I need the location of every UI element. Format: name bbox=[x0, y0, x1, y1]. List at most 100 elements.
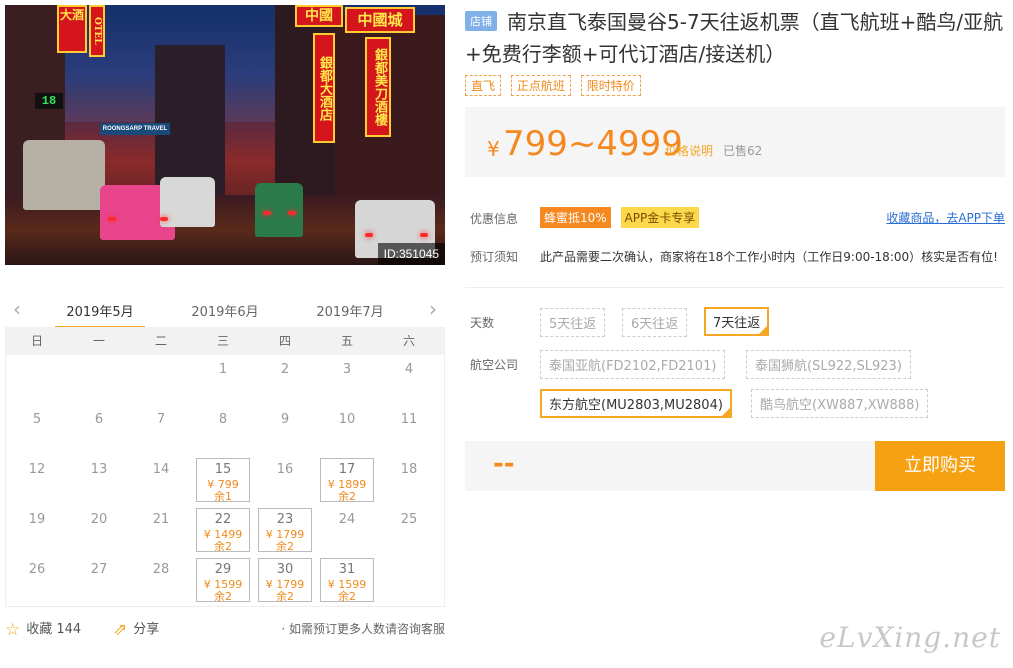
store-badge[interactable]: 店铺 bbox=[465, 11, 497, 31]
favorite-button[interactable]: ☆ 收藏 144 bbox=[5, 618, 81, 640]
weekday-label: 三 bbox=[216, 334, 229, 348]
option-days-7[interactable]: 7天往返 bbox=[704, 307, 770, 336]
photo-tail-light bbox=[365, 233, 373, 237]
calendar-day: 11 bbox=[378, 405, 440, 455]
quantity-display[interactable]: -- bbox=[493, 449, 515, 479]
day-stock: 余2 bbox=[214, 590, 232, 603]
photo-sign: ROONGSARP TRAVEL bbox=[100, 123, 170, 135]
day-stock: 余2 bbox=[276, 540, 294, 553]
day-number: 3 bbox=[342, 362, 352, 377]
photo-sign: OTEL bbox=[89, 5, 105, 57]
calendar-day: 4 bbox=[378, 355, 440, 405]
photo-car bbox=[160, 177, 215, 227]
share-button[interactable]: ⇗ 分享 bbox=[113, 618, 159, 640]
buy-now-button[interactable]: 立即购买 bbox=[875, 441, 1005, 491]
photo-bus bbox=[23, 140, 105, 210]
price-note-link[interactable]: 价格说明 bbox=[665, 142, 713, 159]
weekday-label: 六 bbox=[402, 334, 415, 348]
price-box: ¥ 799~4999 价格说明 已售62 bbox=[465, 107, 1005, 177]
favorite-app-link[interactable]: 收藏商品，去APP下单 bbox=[886, 209, 1005, 226]
photo-sign: 銀都美刀酒樓 bbox=[365, 37, 391, 137]
calendar-grid: 1 2 3 4 5 6 7 8 9 10 11 12 13 14 15 ¥ 799 余1 16 17 ¥ 1899 余2… bbox=[6, 355, 444, 605]
calendar-day-available[interactable]: 22 ¥ 1499 余2 bbox=[196, 508, 250, 553]
calendar-day bbox=[130, 355, 192, 405]
star-icon: ☆ bbox=[5, 620, 21, 640]
calendar-day-available[interactable]: 17 ¥ 1899 余2 bbox=[320, 458, 374, 503]
weekday-label: 一 bbox=[92, 334, 105, 348]
calendar-day: 26 bbox=[6, 555, 68, 605]
tab-month[interactable]: 2019年7月 bbox=[305, 301, 395, 320]
product-photo[interactable]: 大酒 OTEL 中國 中國城 銀都大酒店 銀都美刀酒樓 ROONGSARP TR… bbox=[5, 5, 445, 265]
promo-badge: 蜂蜜抵10% bbox=[540, 207, 611, 228]
day-number: 16 bbox=[276, 462, 294, 477]
day-number: 10 bbox=[338, 412, 356, 427]
photo-tail-light bbox=[263, 211, 271, 215]
tag-badge: 限时特价 bbox=[580, 75, 641, 96]
currency-symbol: ¥ bbox=[487, 137, 500, 161]
calendar-day-available[interactable]: 29 ¥ 1599 余2 bbox=[196, 558, 250, 603]
calendar-day: 19 bbox=[6, 505, 68, 555]
tag-badge: 正点航班 bbox=[510, 75, 571, 96]
calendar-day-available[interactable]: 23 ¥ 1799 余2 bbox=[258, 508, 312, 553]
favorite-label: 收藏 144 bbox=[26, 622, 82, 637]
option-airline-airasia[interactable]: 泰国亚航(FD2102,FD2101) bbox=[540, 350, 726, 379]
calendar-day-available[interactable]: 31 ¥ 1599 余2 bbox=[320, 558, 374, 603]
calendar-day-available[interactable]: 30 ¥ 1799 余2 bbox=[258, 558, 312, 603]
calendar-day: 12 bbox=[6, 455, 68, 505]
photo-sign: 銀都大酒店 bbox=[313, 33, 335, 143]
days-label: 天数 bbox=[470, 316, 495, 330]
calendar-day: 16 bbox=[254, 455, 316, 505]
calendar-day: 21 bbox=[130, 505, 192, 555]
tag-badge: 直飞 bbox=[465, 75, 502, 96]
option-airline-nokscoot[interactable]: 酷鸟航空(XW887,XW888) bbox=[751, 389, 929, 418]
day-stock: 余2 bbox=[276, 590, 294, 603]
day-number: 17 bbox=[338, 462, 356, 477]
photo-sign: 大酒 bbox=[57, 5, 87, 53]
day-number: 8 bbox=[218, 412, 228, 427]
day-number: 22 bbox=[214, 512, 232, 527]
notice-label: 预订须知 bbox=[470, 250, 519, 264]
calendar-day: 10 bbox=[316, 405, 378, 455]
price-range: 799~4999 bbox=[503, 124, 683, 164]
weekday-label: 五 bbox=[340, 334, 353, 348]
calendar-day-available[interactable]: 15 ¥ 799 余1 bbox=[196, 458, 250, 503]
promo-label: 优惠信息 bbox=[470, 212, 519, 226]
photo-sign: 18 bbox=[35, 93, 63, 109]
chevron-right-icon[interactable]: › bbox=[429, 298, 437, 320]
day-number: 20 bbox=[90, 512, 108, 527]
photo-sign: 中國 bbox=[295, 5, 343, 27]
day-number: 2 bbox=[280, 362, 290, 377]
option-airline-eastern[interactable]: 东方航空(MU2803,MU2804) bbox=[540, 389, 732, 418]
calendar-month-nav: ‹ 2019年5月 2019年6月 2019年7月 › bbox=[5, 296, 445, 329]
photo-car bbox=[255, 183, 303, 237]
day-number: 27 bbox=[90, 562, 108, 577]
calendar-day: 3 bbox=[316, 355, 378, 405]
calendar-day: 6 bbox=[68, 405, 130, 455]
day-number: 31 bbox=[338, 562, 356, 577]
day-number: 15 bbox=[214, 462, 232, 477]
tab-month[interactable]: 2019年5月 bbox=[55, 301, 145, 329]
calendar-day: 14 bbox=[130, 455, 192, 505]
option-airline-lionair[interactable]: 泰国狮航(SL922,SL923) bbox=[746, 350, 911, 379]
calendar-day: 9 bbox=[254, 405, 316, 455]
photo-building bbox=[155, 45, 225, 195]
photo-tail-light bbox=[288, 211, 296, 215]
calendar-day: 20 bbox=[68, 505, 130, 555]
day-number: 9 bbox=[280, 412, 290, 427]
product-title: 南京直飞泰国曼谷5-7天往返机票（直飞航班+酷鸟/亚航+免费行李额+可代订酒店/… bbox=[465, 10, 1004, 66]
option-days-5[interactable]: 5天往返 bbox=[540, 308, 606, 337]
product-tags: 直飞 正点航班 限时特价 bbox=[465, 75, 647, 96]
calendar-day bbox=[68, 355, 130, 405]
calendar-day: 24 bbox=[316, 505, 378, 555]
calendar-day: 25 bbox=[378, 505, 440, 555]
day-number: 26 bbox=[28, 562, 46, 577]
tab-month[interactable]: 2019年6月 bbox=[180, 301, 270, 320]
promo-badge: APP金卡专享 bbox=[620, 207, 700, 228]
calendar-day: 28 bbox=[130, 555, 192, 605]
day-stock: 余2 bbox=[338, 490, 356, 503]
day-number: 28 bbox=[152, 562, 170, 577]
day-number: 11 bbox=[400, 412, 418, 427]
image-id-badge: ID:351045 bbox=[377, 243, 445, 265]
option-days-6[interactable]: 6天往返 bbox=[622, 308, 688, 337]
chevron-left-icon[interactable]: ‹ bbox=[13, 298, 21, 320]
